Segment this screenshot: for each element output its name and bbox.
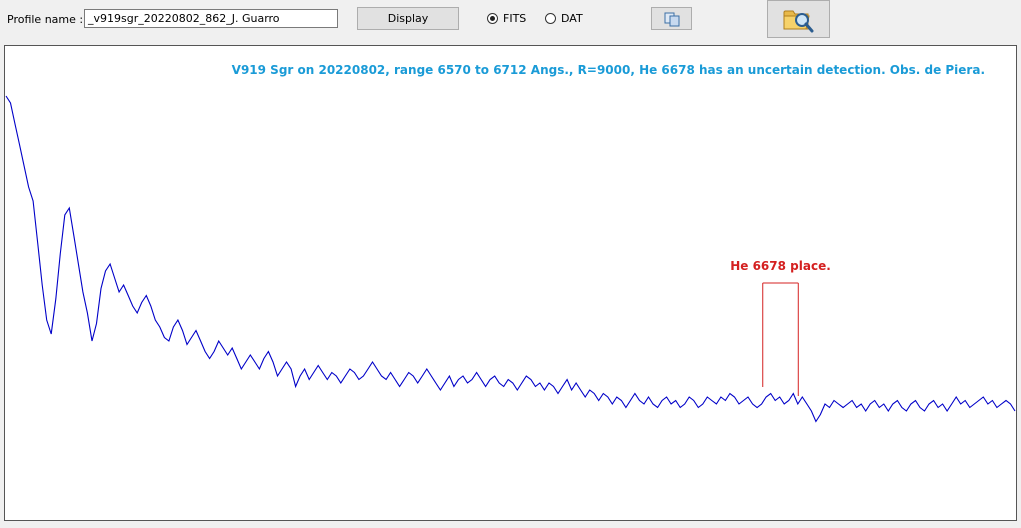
folder-search-icon: [783, 10, 813, 33]
dat-radio-circle[interactable]: [545, 13, 556, 24]
copy-icon: [664, 12, 679, 26]
profile-name-input[interactable]: _v919sgr_20220802_862_J. Guarro: [84, 9, 338, 28]
fits-radio-label: FITS: [503, 12, 527, 25]
display-button[interactable]: Display: [357, 7, 459, 30]
radio-selected-dot: [490, 16, 495, 21]
fits-radio[interactable]: FITS: [487, 12, 526, 25]
spectrum-plot: V919 Sgr on 20220802, range 6570 to 6712…: [4, 45, 1017, 521]
toolbar: Profile name : _v919sgr_20220802_862_J. …: [0, 0, 1021, 44]
dat-radio-label: DAT: [561, 12, 583, 25]
open-file-button[interactable]: [767, 0, 830, 38]
spectrum-chart: V919 Sgr on 20220802, range 6570 to 6712…: [5, 63, 1016, 423]
fits-radio-circle[interactable]: [487, 13, 498, 24]
profile-name-label: Profile name :: [7, 13, 84, 26]
he6678-bracket: [762, 282, 799, 396]
copy-button[interactable]: [651, 7, 692, 30]
chart-title: V919 Sgr on 20220802, range 6570 to 6712…: [232, 63, 985, 77]
spectrum-line: [5, 95, 1016, 423]
dat-radio[interactable]: DAT: [545, 12, 583, 25]
he6678-annotation-label: He 6678 place.: [730, 259, 831, 273]
